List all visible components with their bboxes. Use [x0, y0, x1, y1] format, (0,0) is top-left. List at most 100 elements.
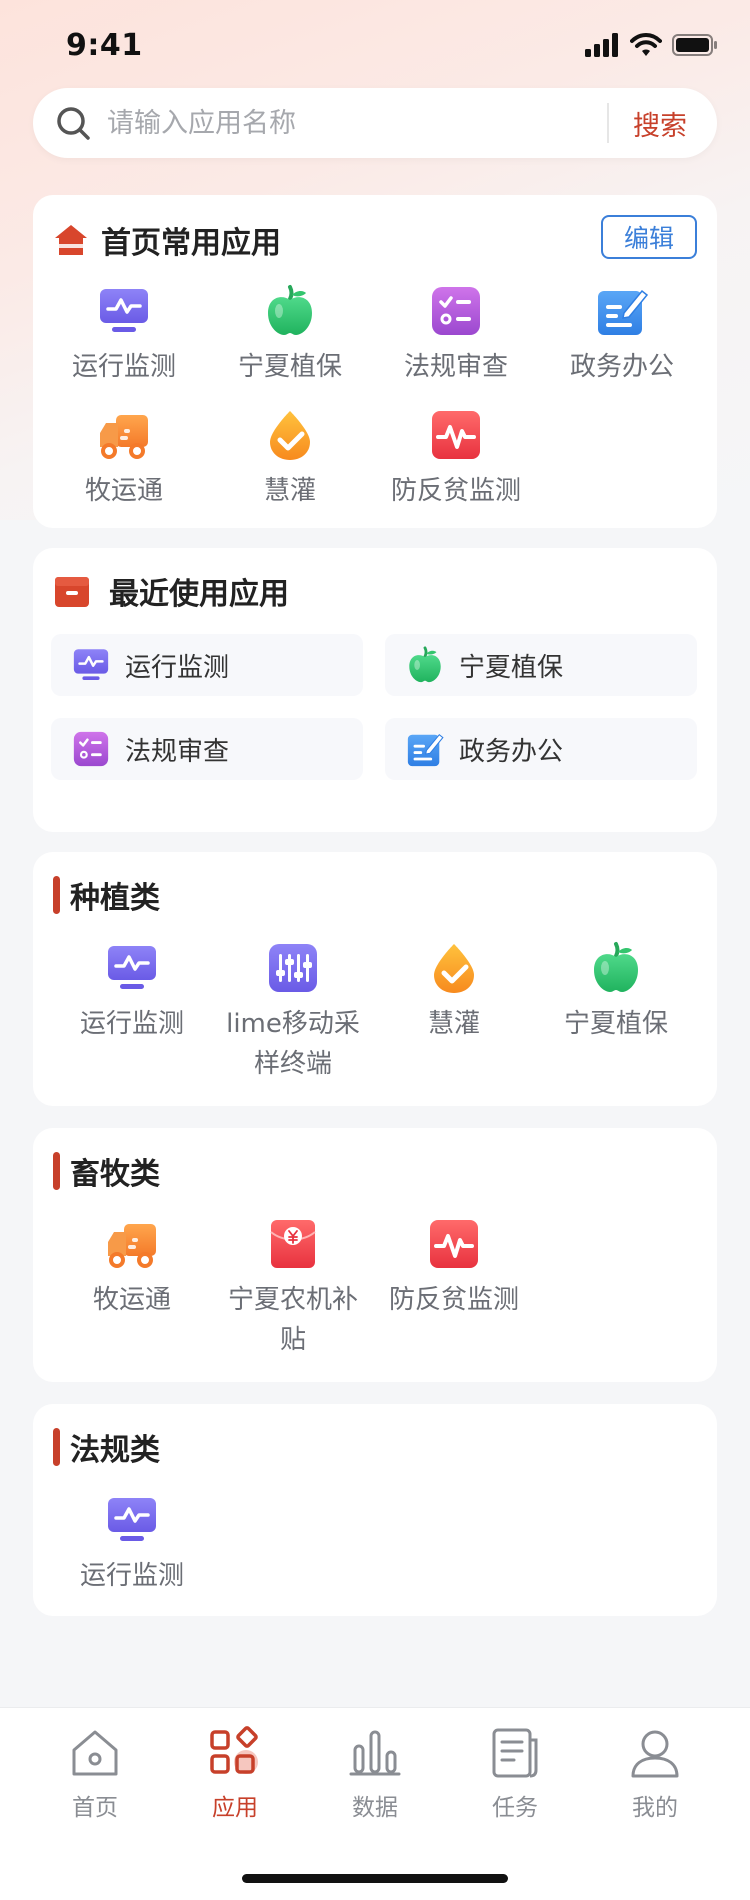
truck-icon [96, 407, 152, 463]
tab-label: 我的 [632, 1795, 678, 1821]
tab-label: 数据 [352, 1795, 398, 1821]
livestock-item-machinery-subsidy[interactable]: 宁夏农机补贴 [210, 1216, 376, 1360]
tab-bar: 首页 应用 数据 任务 我的 [0, 1708, 750, 1900]
tab-home[interactable]: 首页 [25, 1726, 165, 1822]
recent-item-plant-protection[interactable]: 宁夏植保 [385, 634, 697, 696]
user-icon [631, 1730, 679, 1778]
favorites-item-label: 牧运通 [84, 476, 163, 506]
cellular-signal-icon [585, 33, 618, 57]
planting-item-sampling-terminal[interactable]: lime移动采样终端 [210, 940, 376, 1084]
document-edit-icon [405, 729, 445, 769]
favorites-item-regulation-review[interactable]: 法规审查 [373, 283, 539, 387]
planting-item-plant-protection[interactable]: 宁夏植保 [533, 940, 699, 1044]
section-accent-bar [53, 876, 60, 914]
favorites-item-livestock-transport[interactable]: 牧运通 [41, 407, 207, 511]
battery-icon [672, 34, 717, 56]
recent-item-government-office[interactable]: 政务办公 [385, 718, 697, 780]
livestock-card: 畜牧类 牧运通 宁夏农机补贴 防反贫监测 [33, 1128, 717, 1382]
recent-item-monitoring[interactable]: 运行监测 [51, 634, 363, 696]
regulation-card: 法规类 运行监测 [33, 1404, 717, 1616]
favorites-item-label: 慧灌 [263, 476, 316, 506]
planting-item-monitoring[interactable]: 运行监测 [49, 940, 215, 1044]
tab-label: 应用 [212, 1795, 258, 1821]
livestock-item-label: 防反贫监测 [388, 1285, 519, 1315]
recent-item-label: 宁夏植保 [459, 652, 564, 683]
search-input[interactable] [107, 107, 607, 139]
planting-title: 种植类 [70, 881, 160, 916]
apple-icon [405, 645, 445, 685]
tab-tasks[interactable]: 任务 [445, 1726, 585, 1822]
home-indicator [242, 1874, 508, 1883]
favorites-item-poverty-monitoring[interactable]: 防反贫监测 [373, 407, 539, 511]
favorites-item-label: 运行监测 [71, 352, 176, 382]
regulation-header: 法规类 [51, 1424, 160, 1470]
tab-apps[interactable]: 应用 [165, 1726, 305, 1822]
red-envelope-icon [265, 1216, 321, 1272]
tab-label: 首页 [72, 1795, 118, 1821]
checklist-icon [71, 729, 111, 769]
regulation-title: 法规类 [70, 1433, 160, 1468]
status-time: 9:41 [66, 27, 143, 63]
livestock-item-poverty-monitoring[interactable]: 防反贫监测 [371, 1216, 537, 1320]
truck-icon [104, 1216, 160, 1272]
planting-item-label: 运行监测 [79, 1009, 184, 1039]
apple-icon [588, 940, 644, 996]
search-icon [57, 107, 90, 140]
recent-item-label: 运行监测 [125, 652, 230, 683]
regulation-item-monitoring[interactable]: 运行监测 [49, 1492, 215, 1596]
search-button[interactable]: 搜索 [609, 104, 717, 143]
home-filled-icon [55, 225, 87, 255]
planting-item-irrigation[interactable]: 慧灌 [371, 940, 537, 1044]
livestock-title: 畜牧类 [70, 1157, 160, 1192]
monitor-icon [104, 1492, 160, 1548]
recent-card: 最近使用应用 运行监测 宁夏植保 法规审查 政务办公 [33, 548, 717, 832]
apps-icon [210, 1726, 258, 1774]
section-accent-bar [53, 1152, 60, 1190]
sliders-icon [265, 940, 321, 996]
planting-item-label: 宁夏植保 [563, 1009, 668, 1039]
recent-title: 最近使用应用 [109, 577, 289, 612]
apple-icon [262, 283, 318, 339]
favorites-item-label: 宁夏植保 [237, 352, 342, 382]
planting-item-label: lime移动采样终端 [226, 1009, 360, 1079]
favorites-card: 首页常用应用 编辑 运行监测 宁夏植保 法规审查 政务办公 牧运通 慧灌 防反贫… [33, 195, 717, 528]
tab-data[interactable]: 数据 [305, 1726, 445, 1822]
monitor-icon [96, 283, 152, 339]
favorites-header: 首页常用应用 [53, 217, 281, 263]
water-drop-icon [262, 407, 318, 463]
section-accent-bar [53, 1428, 60, 1466]
livestock-item-label: 牧运通 [92, 1285, 171, 1315]
favorites-item-label: 政务办公 [569, 352, 674, 382]
home-icon [72, 1730, 118, 1776]
tab-label: 任务 [492, 1795, 538, 1821]
bar-chart-icon [349, 1730, 401, 1776]
favorites-item-label: 法规审查 [403, 352, 508, 382]
tab-profile[interactable]: 我的 [585, 1726, 725, 1822]
search-bar: 搜索 [33, 88, 717, 158]
livestock-item-transport[interactable]: 牧运通 [49, 1216, 215, 1320]
favorites-item-plant-protection[interactable]: 宁夏植保 [207, 283, 373, 387]
wifi-icon [630, 33, 662, 56]
heartbeat-icon [426, 1216, 482, 1272]
recent-item-regulation-review[interactable]: 法规审查 [51, 718, 363, 780]
regulation-item-label: 运行监测 [79, 1561, 184, 1591]
water-drop-icon [426, 940, 482, 996]
document-edit-icon [594, 283, 650, 339]
planting-header: 种植类 [51, 872, 160, 918]
monitor-icon [71, 645, 111, 685]
recent-item-label: 政务办公 [459, 736, 564, 767]
favorites-item-monitoring[interactable]: 运行监测 [41, 283, 207, 387]
favorites-item-irrigation[interactable]: 慧灌 [207, 407, 373, 511]
recent-item-label: 法规审查 [125, 736, 230, 767]
task-icon [492, 1728, 538, 1778]
heartbeat-icon [428, 407, 484, 463]
status-icons [584, 33, 718, 57]
monitor-icon [104, 940, 160, 996]
planting-card: 种植类 运行监测 lime移动采样终端 慧灌 宁夏植保 [33, 852, 717, 1106]
box-icon [55, 577, 89, 607]
favorites-item-government-office[interactable]: 政务办公 [539, 283, 705, 387]
planting-item-label: 慧灌 [427, 1009, 480, 1039]
recent-header: 最近使用应用 [53, 568, 289, 614]
favorites-title: 首页常用应用 [101, 226, 281, 261]
edit-button[interactable]: 编辑 [601, 215, 697, 259]
